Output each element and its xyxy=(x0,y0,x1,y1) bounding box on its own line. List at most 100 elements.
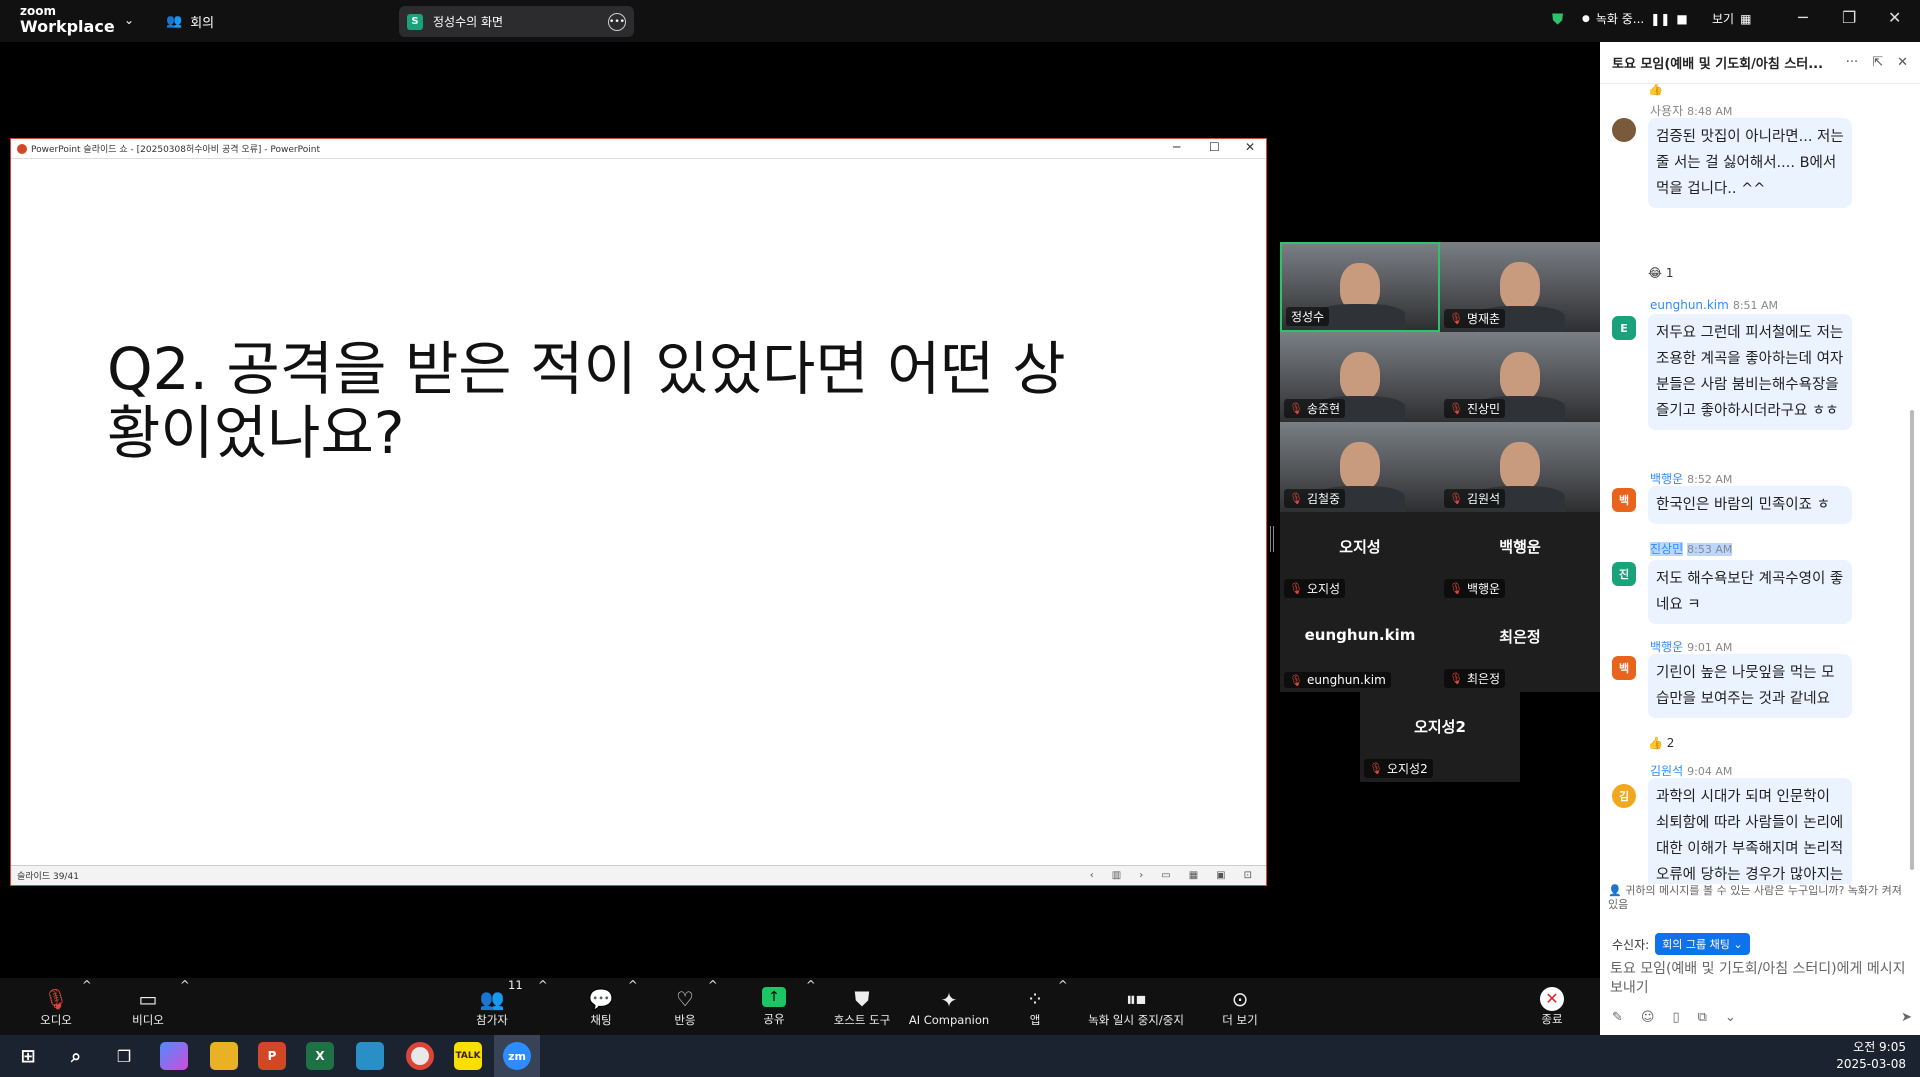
meeting-menu[interactable]: 👥 회의 xyxy=(166,12,214,31)
chat-options-icon[interactable]: ^ xyxy=(628,978,638,992)
video-tile[interactable]: 🎙 김원석 xyxy=(1440,422,1600,512)
security-status[interactable]: ⛊ xyxy=(1552,10,1563,28)
participant-tile[interactable]: 백행운 🎙 백행운 xyxy=(1440,512,1600,602)
stop-record-icon[interactable]: ■ xyxy=(1676,12,1687,26)
sorter-view-icon[interactable]: ▦ xyxy=(1189,870,1198,881)
ppt-minimize-icon[interactable]: ─ xyxy=(1173,140,1180,154)
zoom-logo[interactable]: zoom Workplace xyxy=(20,5,115,35)
next-slide-icon[interactable]: › xyxy=(1139,870,1143,881)
windows-start-icon[interactable]: ⊞ xyxy=(14,1042,42,1070)
send-icon[interactable]: ➤ xyxy=(1901,1010,1912,1025)
powerpoint-taskbar-icon[interactable]: P xyxy=(258,1042,286,1070)
search-icon[interactable]: ⌕ xyxy=(62,1042,90,1070)
meeting-toolbar: 🎙 오디오 ^ ▭ 비디오 ^ 👥 참가자 11 ^ 💬 채팅 ^ ♡ 반응 ^… xyxy=(0,978,1600,1035)
close-icon[interactable]: ✕ xyxy=(1888,8,1901,27)
excel-taskbar-icon[interactable]: X xyxy=(306,1042,334,1070)
video-options-icon[interactable]: ^ xyxy=(180,978,190,992)
app-taskbar-icon[interactable] xyxy=(356,1042,384,1070)
slideshow-view-icon[interactable]: ⊡ xyxy=(1244,870,1252,881)
participant-tile[interactable]: 오지성2 🎙 오지성2 xyxy=(1360,692,1520,782)
audio-options-icon[interactable]: ^ xyxy=(82,978,92,992)
panel-resize-handle[interactable] xyxy=(1270,526,1274,552)
restore-icon[interactable]: ❐ xyxy=(1842,8,1856,27)
sparkle-icon: ✦ xyxy=(940,987,958,1012)
video-tile[interactable]: 🎙 명재춘 xyxy=(1440,242,1600,332)
privacy-note[interactable]: 👤 귀하의 메시지를 볼 수 있는 사람은 누구입니까? 녹화가 켜져 있음 xyxy=(1608,884,1913,912)
view-button[interactable]: 보기 ▦ xyxy=(1712,10,1751,27)
minimize-icon[interactable]: ─ xyxy=(1798,8,1808,27)
heart-icon: ♡ xyxy=(676,986,694,1011)
video-tile[interactable]: 🎙 진상민 xyxy=(1440,332,1600,422)
zoom-taskbar-icon: zm xyxy=(503,1042,531,1070)
apps-options-icon[interactable]: ^ xyxy=(1058,978,1068,992)
participant-tile[interactable]: 오지성 🎙 오지성 xyxy=(1280,512,1440,602)
host-tools-button[interactable]: ⛊ 호스트 도구 xyxy=(830,978,894,1035)
audio-button[interactable]: 🎙 오디오 xyxy=(36,978,76,1035)
shield-icon: ⛊ xyxy=(1552,10,1564,28)
share-button[interactable]: ↑ 공유 xyxy=(756,978,792,1035)
more-options-icon[interactable]: ••• xyxy=(608,12,626,31)
grid-icon: ▦ xyxy=(1740,11,1752,26)
pop-out-icon[interactable]: ⇱ xyxy=(1872,55,1883,70)
system-clock[interactable]: 오전 9:05 2025-03-08 xyxy=(1836,1039,1906,1073)
screenshot-icon[interactable]: ⧉ xyxy=(1698,1010,1707,1025)
participant-tile[interactable]: 최은정 🎙 최은정 xyxy=(1440,602,1600,692)
video-tile[interactable]: 🎙 김철중 xyxy=(1280,422,1440,512)
file-explorer-icon[interactable] xyxy=(210,1042,238,1070)
more-icon[interactable]: ··· xyxy=(1846,55,1858,70)
mic-off-icon: 🎙 xyxy=(1289,402,1303,415)
chat-title: 토요 모임(예배 및 기도회/아침 스터... xyxy=(1612,57,1824,72)
end-meeting-button[interactable]: ✕ 종료 xyxy=(1536,978,1568,1035)
video-tile[interactable]: 정성수 xyxy=(1280,242,1440,332)
copilot-icon[interactable] xyxy=(160,1042,188,1070)
task-view-icon[interactable]: ❐ xyxy=(110,1042,138,1070)
chevron-down-icon[interactable]: ⌄ xyxy=(124,13,134,27)
file-icon[interactable]: ▯ xyxy=(1672,1010,1679,1025)
react-options-icon[interactable]: ^ xyxy=(708,978,718,992)
avatar: E xyxy=(1612,316,1636,340)
chat-scrollbar[interactable] xyxy=(1910,410,1914,870)
video-tile[interactable]: 🎙 송준현 xyxy=(1280,332,1440,422)
chat-header: 토요 모임(예배 및 기도회/아침 스터... ··· ⇱ ✕ xyxy=(1600,42,1920,84)
more-button[interactable]: ⊙ 더 보기 xyxy=(1218,978,1262,1035)
zoom-taskbar-slot[interactable]: zm xyxy=(494,1035,540,1077)
top-bar: zoom Workplace ⌄ 👥 회의 S 정성수의 화면 ••• ⛊ ● … xyxy=(0,0,1920,42)
ai-companion-button[interactable]: ✦ AI Companion xyxy=(908,978,990,1035)
ppt-status-bar: 슬라이드 39/41 ‹ ▥ › ▭ ▦ ▣ ⊡ xyxy=(11,865,1266,885)
close-chat-icon[interactable]: ✕ xyxy=(1897,55,1908,70)
ppt-close-icon[interactable]: ✕ xyxy=(1245,140,1255,154)
avatar: 백 xyxy=(1612,488,1636,512)
person-icon: 👤 xyxy=(1608,884,1622,897)
chrome-icon[interactable] xyxy=(406,1042,434,1070)
chat-button[interactable]: 💬 채팅 xyxy=(584,978,618,1035)
emoji-icon[interactable]: ☺ xyxy=(1641,1010,1655,1025)
reading-view-icon[interactable]: ▣ xyxy=(1216,870,1225,881)
chevron-down-icon[interactable]: ⌄ xyxy=(1725,1010,1736,1025)
reaction-badge[interactable]: 👍 2 xyxy=(1648,736,1674,750)
participants-options-icon[interactable]: ^ xyxy=(538,978,548,992)
pause-stop-icon: ⏸⏹ xyxy=(1126,986,1146,1011)
avatar: 백 xyxy=(1612,656,1636,680)
reaction-badge[interactable]: 👍 xyxy=(1648,84,1663,96)
recipient-dropdown[interactable]: 회의 그룹 채팅 ⌄ xyxy=(1655,933,1750,955)
kakaotalk-icon[interactable]: TALK xyxy=(454,1042,482,1070)
ppt-maximize-icon[interactable]: ☐ xyxy=(1209,140,1220,154)
participant-tile[interactable]: eunghun.kim 🎙 eunghun.kim xyxy=(1280,602,1440,692)
video-button[interactable]: ▭ 비디오 xyxy=(128,978,168,1035)
mic-off-icon: 🎙 xyxy=(1289,492,1303,505)
pause-record-icon[interactable]: ❚❚ xyxy=(1650,12,1670,26)
prev-slide-icon[interactable]: ‹ xyxy=(1090,870,1094,881)
chat-input[interactable]: 토요 모임(예배 및 기도회/아침 스터디)에게 메시지 보내기 xyxy=(1610,960,1910,998)
normal-view-icon[interactable]: ▭ xyxy=(1161,870,1170,881)
react-button[interactable]: ♡ 반응 xyxy=(668,978,702,1035)
mic-off-icon: 🎙 xyxy=(1289,673,1303,687)
close-icon: ✕ xyxy=(1540,986,1564,1011)
recording-status[interactable]: ● 녹화 중... ❚❚ ■ xyxy=(1582,10,1688,27)
format-icon[interactable]: ✎ xyxy=(1612,1010,1623,1025)
slide-menu-icon[interactable]: ▥ xyxy=(1112,870,1121,881)
apps-button[interactable]: ⁘ 앱 xyxy=(1022,978,1048,1035)
screen-share-indicator[interactable]: S 정성수의 화면 ••• xyxy=(399,6,634,37)
share-options-icon[interactable]: ^ xyxy=(806,978,816,992)
record-controls-button[interactable]: ⏸⏹ 녹화 일시 중지/중지 xyxy=(1082,978,1190,1035)
reaction-badge[interactable]: 😂 1 xyxy=(1648,266,1673,280)
